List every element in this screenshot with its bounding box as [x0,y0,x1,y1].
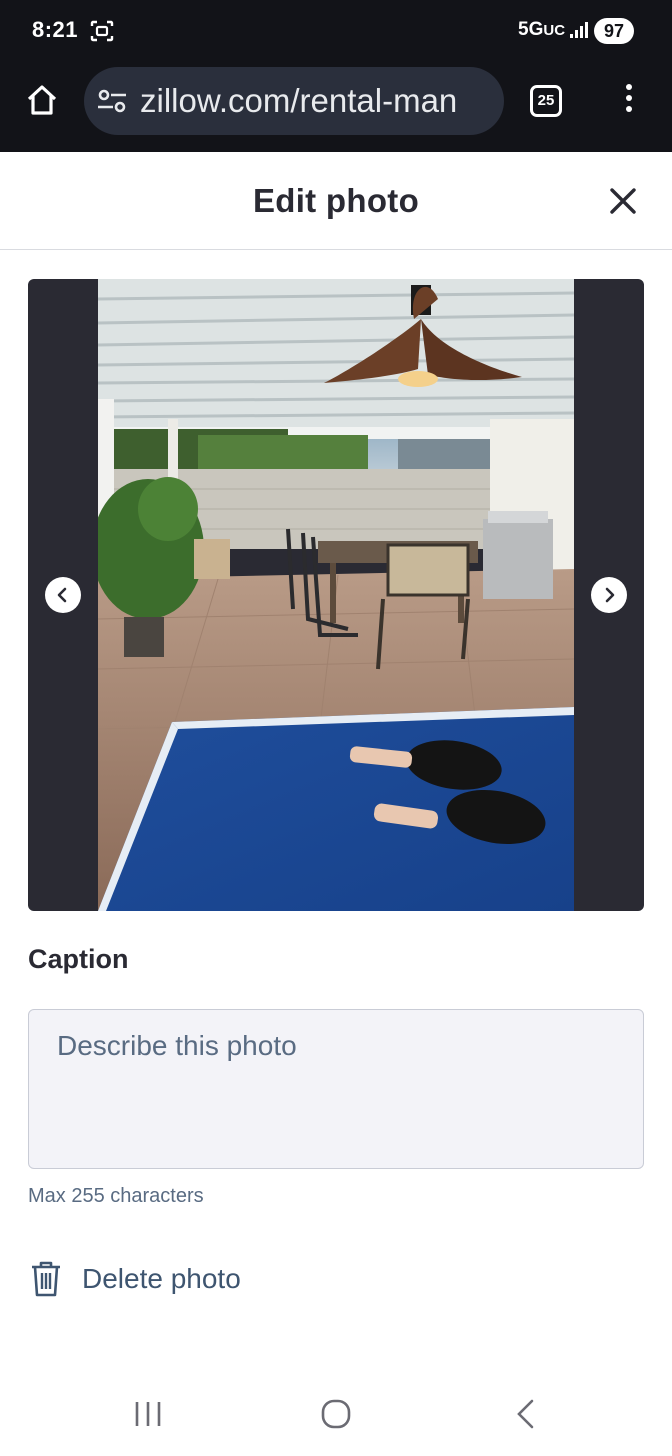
more-vert-icon-dot [626,95,632,101]
caption-label: Caption [28,944,129,974]
tune-icon[interactable] [96,87,128,120]
recents-button[interactable] [129,1398,169,1430]
next-photo-button[interactable] [591,577,627,613]
url-text[interactable]: zillow.com/rental-man [140,82,490,120]
home-button[interactable] [22,80,62,120]
previous-photo-button[interactable] [45,577,81,613]
more-menu-button[interactable] [619,84,639,120]
caption-input[interactable] [28,1009,644,1169]
delete-photo-label: Delete photo [82,1263,241,1294]
network-type: 5G [518,19,544,40]
chevron-right-icon [605,587,615,603]
network-indicator: 5GUC [518,19,565,41]
recents-icon [135,1402,161,1426]
close-button[interactable] [604,182,642,220]
system-home-button[interactable] [316,1398,356,1430]
system-navigation-bar [0,1370,672,1456]
chevron-left-icon [57,587,67,603]
tab-switcher-button[interactable]: 25 [530,85,562,117]
home-circle-icon [321,1399,351,1429]
more-vert-icon-dot [626,106,632,112]
caption-character-limit: Max 255 characters [28,1185,204,1207]
back-arrow-icon [517,1399,534,1429]
status-time: 8:21 [32,17,79,42]
screenshot-icon [90,20,114,47]
browser-chrome: 8:21 5GUC 97 zillow.com/rental-man 25 [0,0,672,152]
status-bar: 8:21 5GUC 97 [0,0,672,62]
url-bar[interactable]: zillow.com/rental-man [84,67,504,135]
modal-header: Edit photo [0,152,672,250]
network-suffix: UC [543,22,566,39]
home-icon [27,85,57,115]
signal-icon [569,21,589,44]
close-icon [610,188,636,214]
modal-title: Edit photo [252,182,420,219]
battery-badge: 97 [594,18,634,44]
trash-icon [32,1261,60,1297]
delete-photo-button[interactable]: Delete photo [30,1256,241,1302]
system-back-button[interactable] [506,1398,546,1430]
patio-photo [98,279,574,911]
photo-viewer [28,279,644,911]
more-vert-icon-dot [626,84,632,90]
